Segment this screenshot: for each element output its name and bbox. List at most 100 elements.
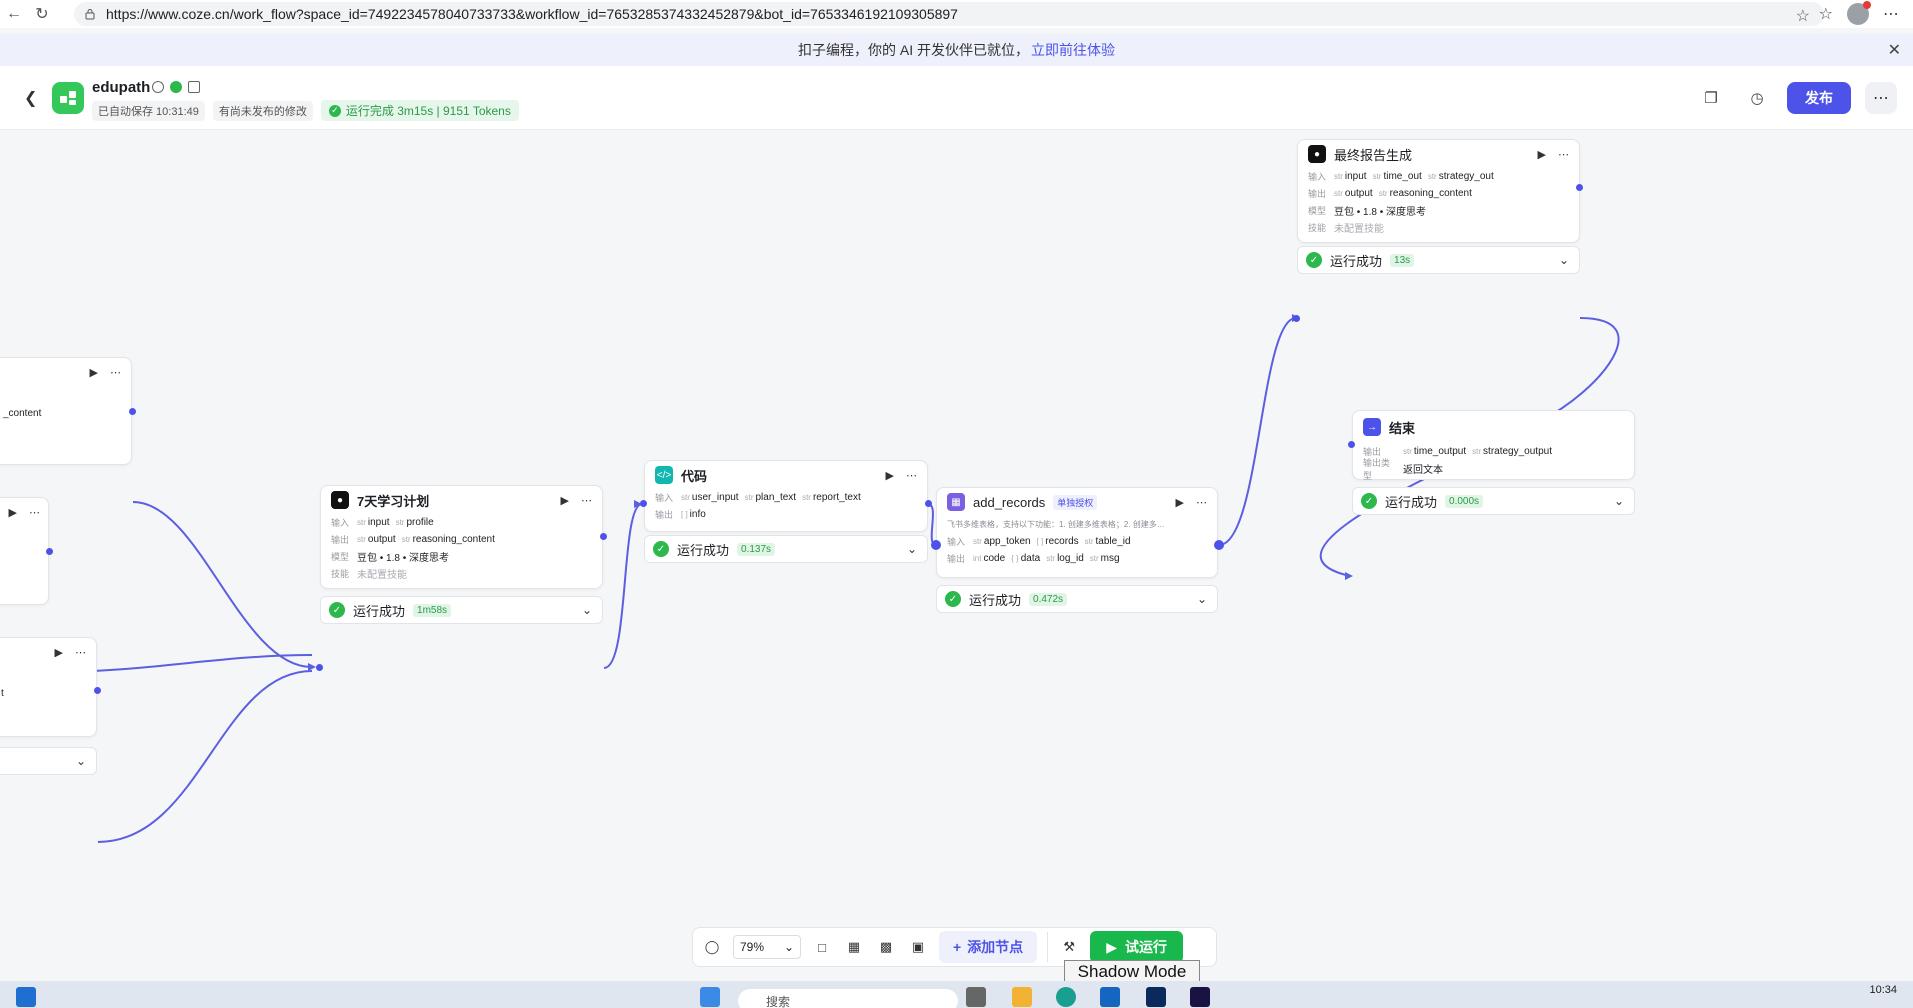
output-port[interactable]	[129, 408, 136, 415]
reload-icon[interactable]: ↻	[28, 0, 56, 28]
chevron-down-icon[interactable]: ⌄	[907, 542, 917, 556]
close-icon[interactable]: ✕	[1888, 40, 1901, 60]
browser-menu-icon[interactable]: ⋯	[1883, 4, 1899, 24]
param-name: input	[367, 517, 390, 528]
node-plan-status[interactable]: ✓ 运行成功 1m58s ⌄	[320, 596, 603, 624]
workflow-canvas[interactable]: ▶ ⋯ _content ▶ ⋯ ▶ ⋯ t ⌄ ● 7天学习计划 ▶ ⋯ 输入 str…	[0, 131, 1913, 980]
add-node-button[interactable]: + 添加节点	[939, 931, 1038, 963]
node-plan[interactable]: ● 7天学习计划 ▶ ⋯ 输入 str input str profile 输出 st…	[320, 485, 603, 589]
info-icon[interactable]	[152, 81, 164, 93]
layout-icon[interactable]: ▦	[843, 939, 865, 955]
autosave-tag: 已自动保存 10:31:49	[92, 100, 205, 121]
output-port[interactable]	[1214, 540, 1224, 550]
bookmark-star-icon[interactable]: ☆	[1796, 6, 1810, 26]
input-label: 输入	[1308, 172, 1327, 182]
more-icon[interactable]: ⋯	[1196, 496, 1207, 509]
param-name: log_id	[1057, 553, 1084, 564]
store-icon[interactable]	[1100, 987, 1120, 1007]
search-placeholder: 搜索	[766, 994, 791, 1008]
image-icon[interactable]: ▩	[875, 939, 897, 955]
taskbar-search[interactable]: 搜索	[738, 989, 958, 1008]
node-actions: ▶ ⋯	[9, 506, 40, 519]
partial-node-2[interactable]: ▶ ⋯	[0, 497, 49, 605]
premiere-icon[interactable]	[1190, 987, 1210, 1007]
output-label: 输出	[1308, 189, 1327, 199]
more-icon[interactable]: ⋯	[29, 506, 40, 519]
play-icon[interactable]: ▶	[1176, 496, 1184, 509]
try-run-button[interactable]: ▶ 试运行	[1090, 931, 1183, 963]
more-icon[interactable]: ⋯	[906, 469, 917, 482]
node-add-records-status[interactable]: ✓ 运行成功 0.472s ⌄	[936, 585, 1218, 613]
node-end[interactable]: → 结束 输出 str time_output str strategy_outpu…	[1352, 410, 1635, 481]
folder-icon[interactable]	[1012, 987, 1032, 1007]
param-name: time_output	[1413, 446, 1467, 457]
profile-avatar[interactable]	[1847, 1, 1871, 25]
play-icon[interactable]: ▶	[55, 646, 63, 659]
run-status-text: 运行完成 3m15s | 9151 Tokens	[345, 104, 511, 118]
partial-node-3[interactable]: ▶ ⋯ t	[0, 637, 97, 737]
app-icon[interactable]	[966, 987, 986, 1007]
edit-icon[interactable]	[188, 81, 200, 93]
input-port[interactable]	[640, 500, 647, 507]
chevron-down-icon[interactable]: ⌄	[1559, 253, 1569, 267]
minimap-icon[interactable]: ▣	[907, 939, 929, 955]
play-icon[interactable]: ▶	[561, 494, 569, 507]
history-icon[interactable]: ◷	[1741, 82, 1773, 114]
chevron-down-icon[interactable]: ⌄	[76, 754, 86, 768]
publish-button[interactable]: 发布	[1787, 82, 1851, 114]
output-port[interactable]	[94, 687, 101, 694]
run-status-tag[interactable]: ✓ 运行完成 3m15s | 9151 Tokens	[320, 100, 519, 121]
node-code[interactable]: </> 代码 ▶ ⋯ 输入 str user_input str plan_text …	[644, 460, 928, 532]
chevron-down-icon[interactable]: ⌄	[1614, 494, 1624, 508]
play-icon[interactable]: ▶	[90, 366, 98, 379]
input-port[interactable]	[1293, 315, 1300, 322]
site-info-icon[interactable]	[84, 8, 96, 20]
more-icon[interactable]: ⋯	[1558, 148, 1569, 161]
input-port[interactable]	[1348, 441, 1355, 448]
edge-records-report	[1218, 317, 1297, 546]
photoshop-icon[interactable]	[1146, 987, 1166, 1007]
more-icon[interactable]: ⋯	[1865, 82, 1897, 114]
more-icon[interactable]: ⋯	[110, 366, 121, 379]
wrench-icon[interactable]: ⚒	[1058, 939, 1080, 955]
comment-icon[interactable]: □	[811, 940, 833, 955]
node-report[interactable]: ● 最终报告生成 ▶ ⋯ 输入 str input str time_out str s…	[1297, 139, 1580, 243]
node-code-status[interactable]: ✓ 运行成功 0.137s ⌄	[644, 535, 928, 563]
output-port[interactable]	[1576, 184, 1583, 191]
output-port[interactable]	[600, 533, 607, 540]
start-icon[interactable]	[16, 987, 36, 1007]
windows-icon[interactable]	[700, 987, 720, 1007]
favorites-icon[interactable]: ☆	[1819, 4, 1833, 24]
edge-icon[interactable]	[1056, 987, 1076, 1007]
chevron-down-icon[interactable]: ⌄	[1197, 592, 1207, 606]
auth-badge[interactable]: 单独授权	[1053, 494, 1098, 510]
node-end-status[interactable]: ✓ 运行成功 0.000s ⌄	[1352, 487, 1635, 515]
partial-node-3-status[interactable]: ⌄	[0, 747, 97, 775]
param-name: data	[1020, 553, 1041, 564]
app-logo-icon	[52, 82, 84, 114]
input-port[interactable]	[931, 540, 941, 550]
param-pill: str strategy_out	[1427, 171, 1494, 182]
node-report-status[interactable]: ✓ 运行成功 13s ⌄	[1297, 246, 1580, 274]
banner-link[interactable]: 立即前往体验	[1031, 40, 1115, 60]
play-icon[interactable]: ▶	[886, 469, 894, 482]
back-arrow-icon[interactable]: ←	[0, 0, 28, 28]
back-icon[interactable]: ❮	[24, 88, 37, 108]
copy-icon[interactable]: ❐	[1695, 82, 1727, 114]
zoom-select[interactable]: 79% ⌄	[733, 935, 801, 959]
play-icon[interactable]: ▶	[1538, 148, 1546, 161]
param-pill: str app_token	[973, 536, 1031, 547]
output-port[interactable]	[925, 500, 932, 507]
skill-row: 技能 未配置技能	[1298, 219, 1579, 236]
node-add-records[interactable]: ▦ add_records 单独授权 ▶ ⋯ 飞书多维表格，支持以下功能：1. 创…	[936, 487, 1218, 578]
play-icon[interactable]: ▶	[9, 506, 17, 519]
more-icon[interactable]: ⋯	[75, 646, 86, 659]
input-port[interactable]	[316, 664, 323, 671]
mouse-mode-icon[interactable]: ◯	[701, 939, 723, 955]
address-bar[interactable]: https://www.coze.cn/work_flow?space_id=7…	[74, 2, 1824, 26]
output-port[interactable]	[46, 548, 53, 555]
more-icon[interactable]: ⋯	[581, 494, 592, 507]
node-actions: ▶ ⋯	[90, 366, 121, 379]
partial-node-1[interactable]: ▶ ⋯ _content	[0, 357, 132, 465]
chevron-down-icon[interactable]: ⌄	[582, 603, 592, 617]
